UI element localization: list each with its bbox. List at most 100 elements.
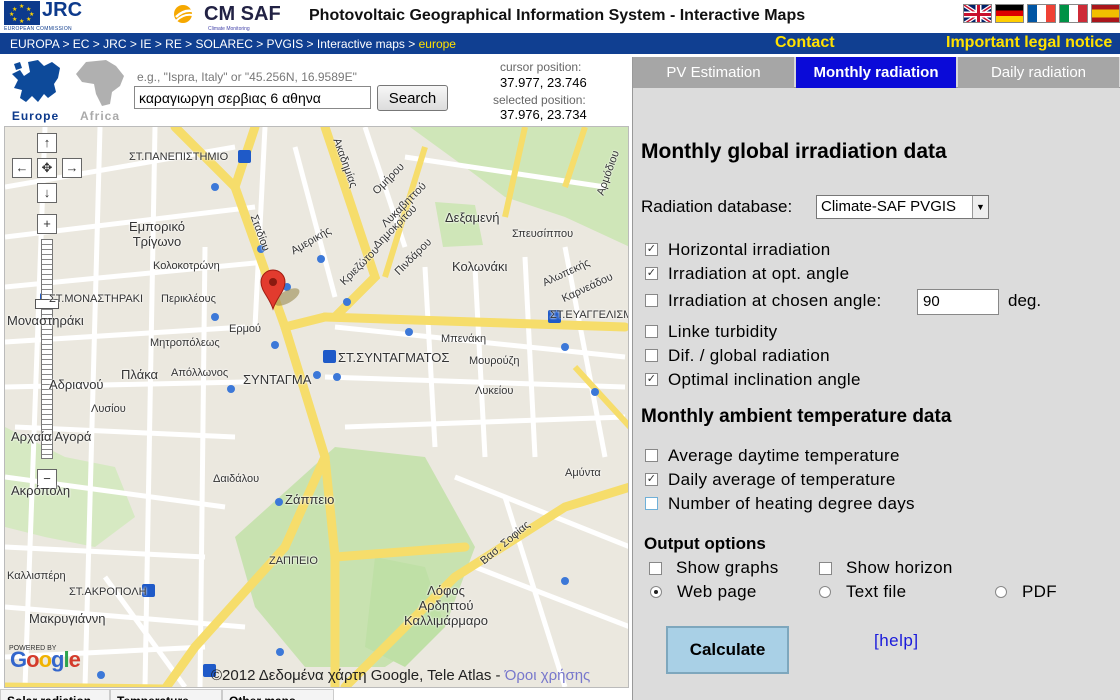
cmsaf-logo[interactable]: CM SAF Climate Monitoring	[172, 1, 286, 32]
format-text-file[interactable]: Text file	[819, 582, 906, 602]
checkbox-unchecked[interactable]	[819, 562, 832, 575]
search-hint: e.g., "Ispra, Italy" or "45.256N, 16.958…	[137, 70, 357, 84]
breadcrumb-path[interactable]: EUROPA > EC > JRC > IE > RE > SOLAREC > …	[10, 37, 419, 51]
jrc-logo[interactable]: ★ ★ ★ ★ ★ ★ ★ ★ JRC EUROPEAN COMMISSION	[4, 0, 84, 32]
map-label: Λόφος Αρδηττού Καλλιμάρμαρο	[404, 583, 488, 628]
map-copyright-text: ©2012 Δεδομένα χάρτη Google, Tele Atlas …	[211, 667, 505, 684]
map-label: Εμπορικό Τρίγωνο	[128, 219, 186, 249]
de-flag-icon[interactable]	[995, 4, 1024, 23]
legal-notice-link[interactable]: Important legal notice	[946, 34, 1112, 52]
option-show-horizon[interactable]: Show horizon	[819, 558, 953, 578]
region-africa-label: Africa	[79, 109, 120, 123]
checkbox-unchecked[interactable]	[649, 562, 662, 575]
region-europe-label: Europe	[11, 109, 60, 123]
zoom-in-button[interactable]: +	[37, 214, 57, 234]
map-label: ΖΑΠΠΕΙΟ	[269, 555, 318, 567]
option-optimal-inclination[interactable]: ✓ Optimal inclination angle	[645, 370, 861, 390]
fr-flag-icon[interactable]	[1027, 4, 1056, 23]
map-canvas[interactable]: ↑ ← ✥ → ↓ + − ΣΤ.ΠΑΝΕΠΙΣΤΗΜΙΟ Ομήρου Λυκ…	[4, 126, 629, 688]
option-label: Average daytime temperature	[668, 446, 900, 465]
map-label: Μακρυγιάννη	[29, 611, 106, 626]
radiation-database-select[interactable]: Climate-SAF PVGIS ▼	[816, 195, 989, 219]
pan-up-button[interactable]: ↑	[37, 133, 57, 153]
tab-monthly-radiation[interactable]: Monthly radiation	[796, 57, 956, 88]
pan-left-button[interactable]: ←	[12, 158, 32, 178]
panel-tabs: PV Estimation Monthly radiation Daily ra…	[633, 57, 1120, 88]
tab-solar-radiation[interactable]: Solar radiation	[0, 689, 110, 700]
option-irradiation-opt-angle[interactable]: ✓ Irradiation at opt. angle	[645, 264, 849, 284]
terms-of-use-link[interactable]: Όροι χρήσης	[505, 667, 591, 684]
checkbox-unchecked[interactable]	[645, 349, 658, 362]
option-daily-average-temperature[interactable]: ✓ Daily average of temperature	[645, 470, 896, 490]
cursor-position-value: 37.977, 23.746	[500, 75, 587, 90]
selected-position-value: 37.976, 23.734	[500, 107, 587, 122]
uk-flag-icon[interactable]	[963, 4, 992, 23]
it-flag-icon[interactable]	[1059, 4, 1088, 23]
option-label: Irradiation at opt. angle	[668, 264, 850, 283]
help-link[interactable]: [help]	[874, 631, 919, 651]
breadcrumb[interactable]: EUROPA > EC > JRC > IE > RE > SOLAREC > …	[10, 37, 456, 51]
option-heating-degree-days[interactable]: Number of heating degree days	[645, 494, 915, 514]
tab-daily-radiation[interactable]: Daily radiation	[958, 57, 1119, 88]
checkbox-checked[interactable]: ✓	[645, 373, 658, 386]
map-label: Αμύντα	[565, 467, 601, 479]
pan-right-button[interactable]: →	[62, 158, 82, 178]
radio-unselected[interactable]	[995, 586, 1007, 598]
option-average-daytime-temperature[interactable]: Average daytime temperature	[645, 446, 900, 466]
checkbox-checked[interactable]: ✓	[645, 473, 658, 486]
option-horizontal-irradiation[interactable]: ✓ Horizontal irradiation	[645, 240, 831, 260]
format-pdf[interactable]: PDF	[995, 582, 1057, 602]
map-label: Περικλέους	[161, 293, 216, 305]
checkbox-checked[interactable]: ✓	[645, 267, 658, 280]
calculate-button[interactable]: Calculate	[666, 626, 789, 674]
radio-unselected[interactable]	[819, 586, 831, 598]
location-marker-icon[interactable]	[259, 269, 303, 311]
format-web-page[interactable]: Web page	[650, 582, 757, 602]
option-label: Irradiation at chosen angle:	[668, 291, 882, 310]
search-input[interactable]	[134, 86, 371, 109]
pan-center-button[interactable]: ✥	[37, 158, 57, 178]
breadcrumb-bar: EUROPA > EC > JRC > IE > RE > SOLAREC > …	[0, 33, 1120, 54]
map-label: ΣΤ.ΠΑΝΕΠΙΣΤΗΜΙΟ	[129, 151, 229, 163]
checkbox-unchecked[interactable]	[645, 497, 658, 510]
tab-temperature[interactable]: Temperature	[110, 689, 222, 700]
map-label: ΣΤ.ΜΟΝΑΣΤΗΡΑΚΙ	[49, 293, 144, 305]
pan-down-button[interactable]: ↓	[37, 183, 57, 203]
option-show-graphs[interactable]: Show graphs	[649, 558, 779, 578]
map-label: Αρχαία Αγορά	[11, 429, 92, 444]
format-label: Text file	[846, 582, 907, 601]
zoom-slider[interactable]	[41, 239, 53, 459]
google-logo[interactable]: Google	[10, 647, 81, 673]
map-label: Ερμού	[229, 323, 262, 335]
map-label: Πλάκα	[121, 367, 159, 382]
region-europe-button[interactable]: Europe	[8, 58, 63, 123]
europe-map-icon	[12, 60, 60, 102]
language-flags	[963, 4, 1120, 24]
region-africa-button[interactable]: Africa	[72, 58, 128, 123]
angle-unit-label: deg.	[1008, 291, 1042, 310]
map-label: ΣΥΝΤΑΓΜΑ	[243, 372, 312, 387]
map-label: Λυσίου	[91, 403, 126, 415]
tab-other-maps[interactable]: Other maps	[222, 689, 334, 700]
option-dif-global-radiation[interactable]: Dif. / global radiation	[645, 346, 830, 366]
jrc-text: JRC	[42, 0, 83, 21]
search-button[interactable]: Search	[377, 85, 448, 111]
checkbox-unchecked[interactable]	[645, 294, 658, 307]
option-label: Horizontal irradiation	[668, 240, 831, 259]
header: ★ ★ ★ ★ ★ ★ ★ ★ JRC EUROPEAN COMMISSION CM S…	[0, 0, 1120, 33]
checkbox-checked[interactable]: ✓	[645, 243, 658, 256]
option-linke-turbidity[interactable]: Linke turbidity	[645, 322, 777, 342]
es-flag-icon[interactable]	[1091, 4, 1120, 23]
option-irradiation-chosen-angle[interactable]: Irradiation at chosen angle:	[645, 291, 881, 311]
output-options-title: Output options	[644, 534, 766, 553]
checkbox-unchecked[interactable]	[645, 325, 658, 338]
contact-link[interactable]: Contact	[775, 34, 835, 52]
selected-position-label: selected position:	[493, 93, 586, 107]
radio-selected[interactable]	[650, 586, 662, 598]
tab-pv-estimation[interactable]: PV Estimation	[633, 57, 794, 88]
chosen-angle-input[interactable]: 90	[917, 289, 999, 315]
format-label: Web page	[677, 582, 757, 601]
map-label: Δεξαμενή	[445, 210, 500, 225]
checkbox-unchecked[interactable]	[645, 449, 658, 462]
format-label: PDF	[1022, 582, 1057, 601]
